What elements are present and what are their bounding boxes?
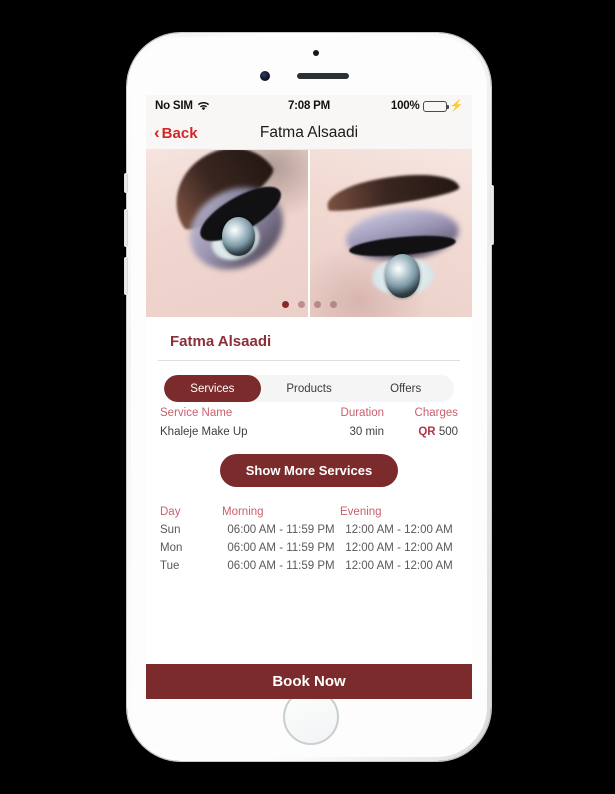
carousel-dot-4[interactable] xyxy=(329,301,337,308)
eye-makeup-photo-1 xyxy=(146,150,308,318)
book-now-button[interactable]: Book Now xyxy=(146,664,472,699)
eye-makeup-photo-2 xyxy=(310,150,472,318)
schedule-evening-value: 12:00 AM - 12:00 AM xyxy=(345,542,453,554)
tab-products[interactable]: Products xyxy=(261,375,358,402)
status-bar-left: No SIM xyxy=(155,100,288,112)
table-row[interactable]: Khaleje Make Up 30 min QR 500 xyxy=(160,421,458,440)
services-table-header: Service Name Duration Charges xyxy=(160,402,458,421)
back-button-label: Back xyxy=(161,124,198,142)
silent-switch-button[interactable] xyxy=(124,173,128,193)
carousel-dot-3[interactable] xyxy=(313,301,321,308)
schedule-table-header: Day Morning Evening xyxy=(160,503,458,521)
image-carousel[interactable] xyxy=(146,150,472,318)
detail-content-scroll[interactable]: Fatma Alsaadi Services Products Offers S… xyxy=(146,317,472,699)
tab-offers[interactable]: Offers xyxy=(357,375,454,402)
schedule-morning-value: 06:00 AM - 11:59 PM xyxy=(227,560,335,572)
schedule-day-value: Sun xyxy=(160,524,181,536)
carousel-dot-2[interactable] xyxy=(297,301,305,308)
service-duration-value: 30 min xyxy=(349,426,384,438)
schedule-evening-value: 12:00 AM - 12:00 AM xyxy=(345,524,453,536)
schedule-evening-value: 12:00 AM - 12:00 AM xyxy=(345,560,453,572)
phone-screen: No SIM 7:08 PM 100% ⚡ ‹ Back Fatma Alsaa… xyxy=(146,95,472,699)
carousel-slide-1[interactable] xyxy=(146,150,308,318)
volume-up-button[interactable] xyxy=(124,209,128,247)
earpiece-speaker-icon xyxy=(297,73,349,79)
carousel-pagination-dots xyxy=(146,301,472,308)
schedule-table: Day Morning Evening Sun 06:00 AM - 11:59… xyxy=(160,503,458,575)
section-divider xyxy=(158,360,460,361)
status-bar-clock: 7:08 PM xyxy=(287,100,331,112)
power-button[interactable] xyxy=(490,185,494,245)
lightning-bolt-icon: ⚡ xyxy=(449,99,464,112)
show-more-services-wrap: Show More Services xyxy=(146,454,472,487)
schedule-day-value: Tue xyxy=(160,560,180,572)
proximity-sensor-icon xyxy=(313,50,319,56)
phone-frame: No SIM 7:08 PM 100% ⚡ ‹ Back Fatma Alsaa… xyxy=(124,33,494,761)
column-header-day: Day xyxy=(160,506,181,518)
table-row: Tue 06:00 AM - 11:59 PM 12:00 AM - 12:00… xyxy=(160,557,458,575)
table-row: Sun 06:00 AM - 11:59 PM 12:00 AM - 12:00… xyxy=(160,521,458,539)
navigation-bar: ‹ Back Fatma Alsaadi xyxy=(146,117,472,150)
column-header-morning: Morning xyxy=(222,506,264,518)
volume-down-button[interactable] xyxy=(124,257,128,295)
column-header-service-name: Service Name xyxy=(160,407,233,419)
iris-shape xyxy=(222,217,255,256)
service-charges-value: QR 500 xyxy=(384,426,458,438)
schedule-day-value: Mon xyxy=(160,542,183,554)
schedule-morning-value: 06:00 AM - 11:59 PM xyxy=(227,524,335,536)
eyebrow-shape xyxy=(324,166,461,214)
column-header-charges: Charges xyxy=(414,407,458,419)
carousel-dot-1[interactable] xyxy=(281,301,289,308)
column-header-evening: Evening xyxy=(340,506,382,518)
chevron-left-icon: ‹ xyxy=(154,122,160,142)
tab-services[interactable]: Services xyxy=(164,375,261,402)
carrier-label: No SIM xyxy=(155,100,193,112)
amount-label: 500 xyxy=(438,426,458,438)
tab-bar: Services Products Offers xyxy=(164,375,454,402)
status-bar: No SIM 7:08 PM 100% ⚡ xyxy=(146,95,472,117)
battery-full-icon xyxy=(422,100,449,112)
battery-percent-label: 100% xyxy=(390,100,420,112)
schedule-morning-value: 06:00 AM - 11:59 PM xyxy=(227,542,335,554)
salon-name-title: Fatma Alsaadi xyxy=(170,333,272,350)
tab-services-label: Services xyxy=(190,382,235,395)
column-header-duration: Duration xyxy=(340,407,384,419)
wifi-icon xyxy=(197,101,209,111)
tab-offers-label: Offers xyxy=(390,382,422,395)
tab-products-label: Products xyxy=(286,382,332,395)
screenshot-root: No SIM 7:08 PM 100% ⚡ ‹ Back Fatma Alsaa… xyxy=(0,0,615,794)
back-button[interactable]: ‹ Back xyxy=(146,122,198,142)
iris-shape xyxy=(384,254,421,298)
carousel-slide-2[interactable] xyxy=(308,150,472,318)
service-name-value: Khaleje Make Up xyxy=(160,426,248,438)
front-camera-icon xyxy=(260,71,270,81)
status-bar-right: 100% ⚡ xyxy=(330,100,463,112)
table-row: Mon 06:00 AM - 11:59 PM 12:00 AM - 12:00… xyxy=(160,539,458,557)
show-more-services-button[interactable]: Show More Services xyxy=(219,454,399,487)
services-table: Service Name Duration Charges Khaleje Ma… xyxy=(160,402,458,440)
currency-label: QR xyxy=(418,426,436,438)
